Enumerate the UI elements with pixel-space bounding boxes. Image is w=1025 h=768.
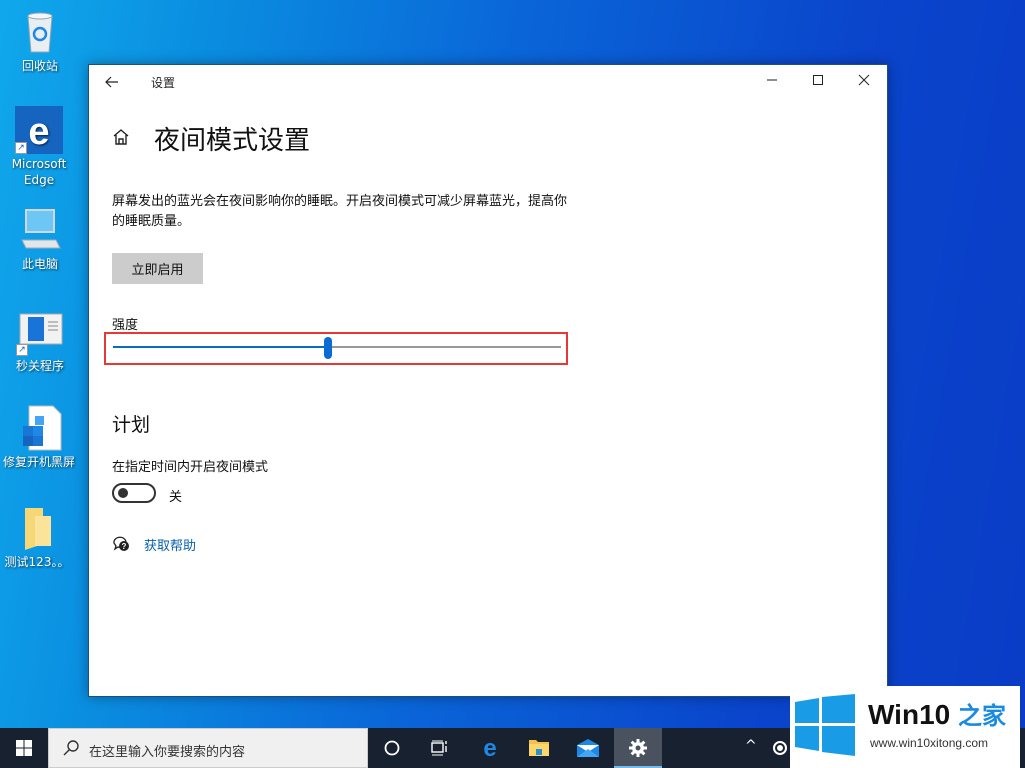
shortcut-arrow-icon: ↗ [16,344,28,356]
mail-button[interactable] [564,728,612,768]
cortana-icon [384,740,400,756]
description-text: 屏幕发出的蓝光会在夜间影响你的睡眠。开启夜间模式可减少屏幕蓝光，提高你的睡眠质量… [112,194,568,229]
desktop-icon-this-pc[interactable]: 此电脑 [1,206,79,272]
windows-logo-icon [16,740,32,756]
taskbar-search-box[interactable]: 在这里输入你要搜索的内容 [48,728,368,768]
home-icon[interactable] [111,127,131,147]
folder-icon [13,504,61,552]
start-button[interactable] [0,728,48,768]
registry-file-icon [15,404,63,452]
watermark-logo: Win10 之家 www.win10xitong.com [790,686,1020,768]
cortana-button[interactable] [368,728,416,768]
shortcut-arrow-icon: ↗ [15,142,27,154]
close-button[interactable] [841,65,887,97]
maximize-button[interactable] [795,65,841,97]
tray-overflow-chevron-icon[interactable]: ^ [745,738,757,754]
recycle-bin-icon [16,8,64,56]
close-icon [858,74,870,86]
get-help-link[interactable]: 获取帮助 [144,535,196,554]
toggle-state-text: 关 [169,490,183,505]
task-view-button[interactable] [416,728,464,768]
help-chat-icon: ? [113,536,129,551]
desktop-icon-label: 测试123。。 [4,555,70,569]
schedule-toggle[interactable] [112,483,156,503]
edge-taskbar-button[interactable]: e [466,728,514,768]
back-button[interactable] [99,69,125,95]
desktop-icon-label: 回收站 [21,59,58,73]
file-explorer-icon [529,740,549,756]
enable-now-button[interactable]: 立即启用 [112,253,203,284]
window-title: 设置 [151,76,176,90]
maximize-icon [813,75,823,85]
search-icon [63,740,79,756]
svg-text:?: ? [122,542,127,551]
slider-thumb[interactable] [324,337,333,359]
task-view-icon [431,740,447,756]
app-window-icon: ↗ [16,308,64,356]
watermark-title-accent: 之家 [958,703,1006,730]
desktop-icon-edge[interactable]: e ↗ Microsoft Edge [0,106,78,188]
desktop-icon-close-apps[interactable]: ↗ 秒关程序 [1,308,79,374]
back-arrow-icon [105,76,118,88]
watermark-title: Win10 之家 [868,696,1006,731]
svg-text:e: e [28,111,49,153]
strength-slider[interactable] [113,337,561,359]
desktop-icon-label: 秒关程序 [15,359,64,373]
desktop-icon-test-folder[interactable]: 测试123。。 [0,504,76,570]
svg-text:e: e [483,737,496,759]
desktop-icon-fix-black-screen[interactable]: 修复开机黑屏 [0,404,78,470]
minimize-button[interactable] [749,65,795,97]
schedule-toggle-label: 在指定时间内开启夜间模式 [112,460,269,475]
windows-logo-icon [795,694,855,756]
settings-taskbar-button[interactable] [614,728,662,768]
watermark-url: www.win10xitong.com [870,736,989,750]
toggle-knob [118,488,128,498]
slider-fill [113,346,329,348]
strength-label: 强度 [112,318,139,333]
settings-window: 设置 夜间模式设置 屏幕发出的蓝光会在夜间影响你的睡眠。开启夜间模式可减少屏幕蓝… [88,64,888,697]
watermark-title-main: Win10 [868,699,958,730]
desktop-icon-label: 此电脑 [21,257,58,271]
minimize-icon [767,79,777,81]
edge-icon: e [483,737,496,759]
file-explorer-button[interactable] [515,728,563,768]
schedule-section-title: 计划 [112,414,151,436]
page-title: 夜间模式设置 [154,126,311,156]
desktop-icon-label: Microsoft Edge [11,157,67,187]
desktop-icon-label: 修复开机黑屏 [2,455,75,469]
search-placeholder: 在这里输入你要搜索的内容 [89,745,246,760]
computer-icon [16,206,64,254]
tray-status-icon[interactable] [773,741,787,755]
settings-icon [629,739,647,757]
edge-icon: e ↗ [15,106,63,154]
title-bar[interactable]: 设置 [89,65,887,97]
mail-icon [577,739,599,757]
desktop-icon-recycle-bin[interactable]: 回收站 [1,8,79,74]
